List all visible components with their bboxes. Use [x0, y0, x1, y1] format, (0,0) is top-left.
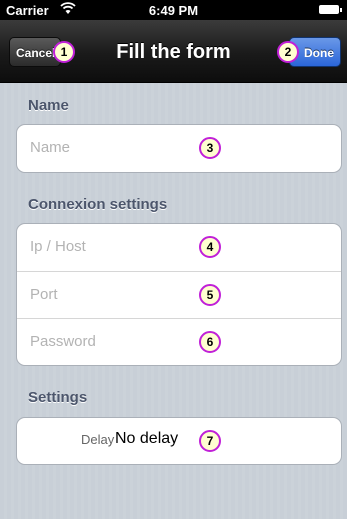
- name-field[interactable]: Name 3: [17, 125, 341, 172]
- battery-icon: [319, 5, 342, 14]
- connexion-group: Ip / Host 4 Port 5 Password 6: [16, 223, 342, 366]
- section-header-settings: Settings: [28, 389, 88, 406]
- section-header-name: Name: [28, 97, 69, 114]
- callout-badge-6: 6: [199, 331, 221, 353]
- section-header-connexion: Connexion settings: [28, 196, 168, 213]
- done-button-label: Done: [304, 46, 334, 60]
- ip-host-field[interactable]: Ip / Host 4: [17, 224, 341, 271]
- callout-badge-3: 3: [199, 137, 221, 159]
- ip-host-placeholder: Ip / Host: [30, 238, 86, 255]
- port-placeholder: Port: [30, 286, 58, 303]
- password-placeholder: Password: [30, 333, 96, 350]
- clock: 6:49 PM: [148, 3, 199, 18]
- delay-value: No delay: [115, 430, 179, 447]
- callout-badge-4: 4: [199, 236, 221, 258]
- navigation-bar: Cancel 1 Fill the form Done 2: [0, 20, 347, 83]
- name-field-placeholder: Name: [30, 139, 71, 156]
- delay-label: Delay: [81, 432, 115, 447]
- callout-badge-5: 5: [199, 284, 221, 306]
- password-field[interactable]: Password 6: [17, 318, 341, 365]
- settings-group: Delay No delay 7: [16, 417, 342, 465]
- delay-row[interactable]: Delay No delay 7: [17, 418, 341, 464]
- name-group: Name 3: [16, 124, 342, 173]
- port-field[interactable]: Port 5: [17, 271, 341, 318]
- status-bar: Carrier 6:49 PM: [0, 0, 347, 20]
- callout-badge-2: 2: [277, 41, 299, 63]
- callout-badge-7: 7: [199, 430, 221, 452]
